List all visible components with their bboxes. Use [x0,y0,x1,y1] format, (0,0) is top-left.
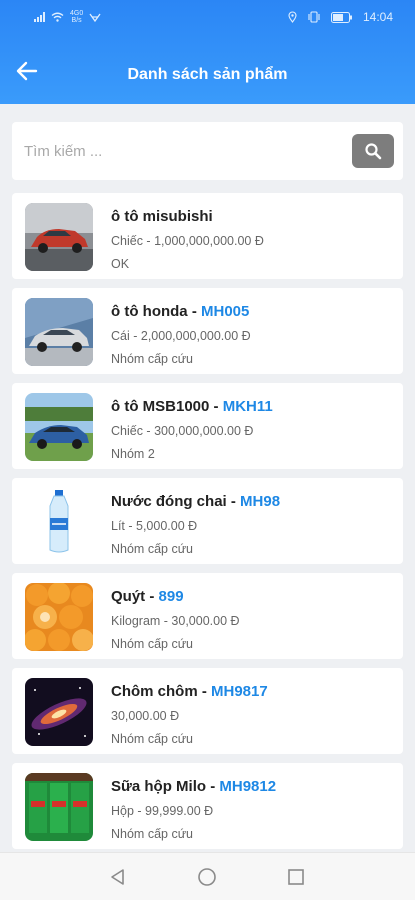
product-name-text: Nước đóng chai [111,493,227,510]
product-name: Nước đóng chai - MH98 [111,493,280,510]
product-name-text: Sữa hộp Milo [111,778,207,795]
status-time: 14:04 [362,10,393,24]
network-speed: 4G0 B/s [70,10,83,24]
product-card[interactable]: Chôm chôm - MH9817 30,000.00 Đ Nhóm cấp … [12,668,403,754]
product-image-galaxy [25,678,93,746]
product-image-red-suv [25,203,93,271]
search-bar [12,122,403,180]
product-image-blue-car [25,393,93,461]
system-nav-bar [0,852,415,900]
product-card[interactable]: Quýt - 899 Kilogram - 30,000.00 Đ Nhóm c… [12,573,403,659]
product-unit-price: Kilogram - 30,000.00 Đ [111,614,240,628]
product-card[interactable]: ô tô misubishi Chiếc - 1,000,000,000.00 … [12,193,403,279]
product-image-tangerines [25,583,93,651]
code-separator: - [197,683,212,700]
product-name-text: ô tô MSB1000 [111,398,210,415]
product-name-text: ô tô honda [111,303,188,320]
product-group: Nhóm 2 [111,447,155,461]
product-image-silver-car [25,298,93,366]
product-name: Sữa hộp Milo - MH9812 [111,778,276,795]
battery-icon [330,11,352,23]
app-header: 4G0 B/s 14:04 Danh sách sản phẩm [0,0,415,104]
product-code: 899 [158,588,184,605]
product-card[interactable]: Sữa hộp Milo - MH9812 Hộp - 99,999.00 Đ … [12,763,403,849]
code-separator: - [187,303,201,320]
product-code: MH005 [201,303,250,320]
product-name-text: Chôm chôm [111,683,198,700]
product-unit-price: Chiếc - 300,000,000.00 Đ [111,424,254,438]
product-name-text: Quýt [111,588,146,605]
product-image-milo-box [25,773,93,841]
product-code: MKH11 [222,398,273,415]
network-speed-unit: B/s [71,17,82,24]
product-name: Quýt - 899 [111,588,184,605]
product-unit-price: Lít - 5,000.00 Đ [111,519,198,533]
product-card[interactable]: ô tô honda - MH005 Cái - 2,000,000,000.0… [12,288,403,374]
product-unit-price: Hộp - 99,999.00 Đ [111,804,214,818]
product-group: Nhóm cấp cứu [111,637,194,651]
search-input[interactable] [24,138,324,164]
page-title: Danh sách sản phẩm [127,66,288,83]
home-circle-icon[interactable] [197,867,217,887]
wifi-icon [51,12,64,22]
product-card[interactable]: Nước đóng chai - MH98 Lít - 5,000.00 Đ N… [12,478,403,564]
code-separator: - [226,493,241,510]
product-name: Chôm chôm - MH9817 [111,683,268,700]
product-group: Nhóm cấp cứu [111,352,194,366]
vibrate-icon [308,11,320,23]
signal-icon [34,12,45,22]
code-separator: - [209,398,223,415]
product-name: ô tô MSB1000 - MKH11 [111,398,273,415]
hd-icon [89,13,101,22]
product-unit-price: Chiếc - 1,000,000,000.00 Đ [111,234,264,248]
product-unit-price: Cái - 2,000,000,000.00 Đ [111,329,251,343]
product-code: MH9817 [211,683,268,700]
back-triangle-icon[interactable] [108,867,128,887]
product-group: Nhóm cấp cứu [111,542,194,556]
product-name-text: ô tô misubishi [111,208,213,225]
network-speed-value: 4G0 [70,10,84,17]
recents-square-icon[interactable] [286,867,306,887]
product-code: MH98 [240,493,281,510]
product-image-water-bottle [25,488,93,556]
product-group: Nhóm cấp cứu [111,732,194,746]
code-separator: - [145,588,159,605]
product-card[interactable]: ô tô MSB1000 - MKH11 Chiếc - 300,000,000… [12,383,403,469]
code-separator: - [206,778,220,795]
search-button[interactable] [352,134,394,168]
product-code: MH9812 [219,778,277,795]
product-name: ô tô misubishi [111,208,213,225]
location-icon [288,11,297,23]
product-list: ô tô misubishi Chiếc - 1,000,000,000.00 … [12,193,403,858]
product-name: ô tô honda - MH005 [111,303,249,320]
product-unit-price: 30,000.00 Đ [111,709,180,723]
product-group: OK [111,257,130,271]
search-icon [365,143,382,160]
product-group: Nhóm cấp cứu [111,827,194,841]
status-bar: 4G0 B/s 14:04 [0,0,415,34]
